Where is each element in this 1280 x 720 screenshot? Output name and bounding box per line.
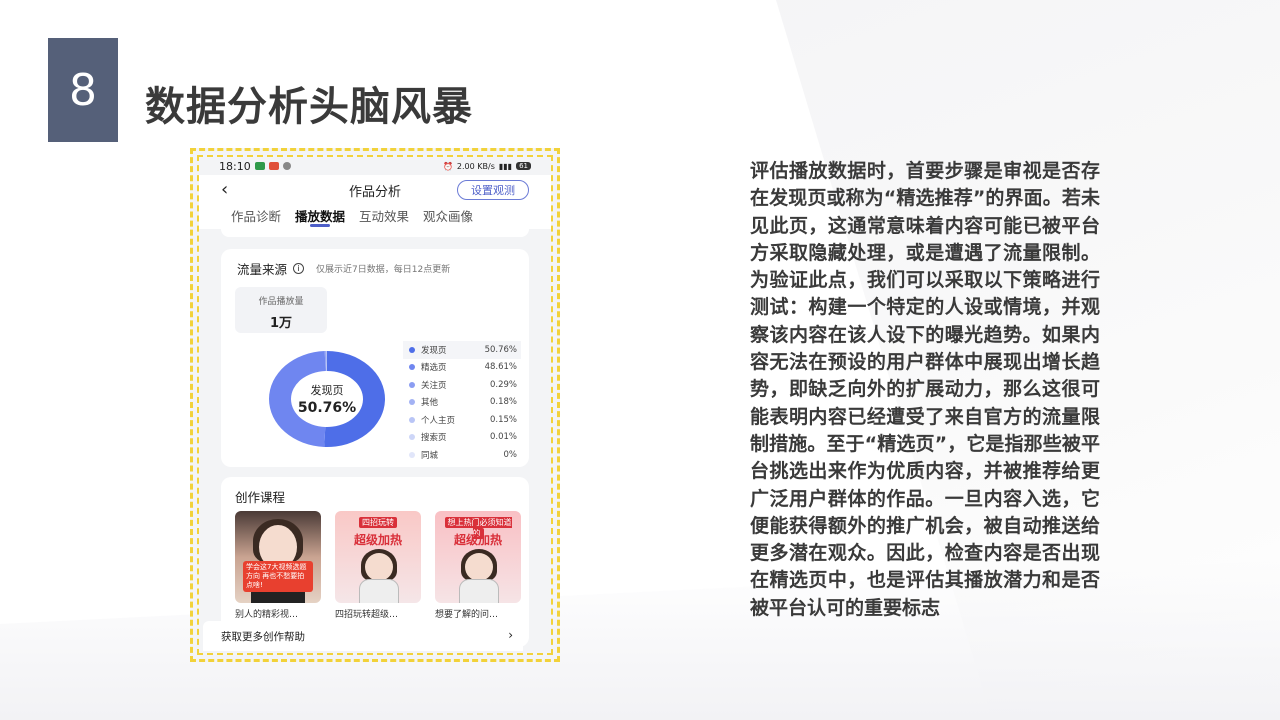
course-big-text: 超级加热 <box>453 533 502 547</box>
course-thumbnail-2[interactable]: 四招玩转 超级加热 <box>335 511 421 603</box>
legend-row: 个人主页 0.15% <box>403 411 521 429</box>
network-speed: 2.00 KB/s <box>456 161 495 171</box>
previous-card-edge <box>221 229 529 237</box>
slide-number: 8 <box>69 64 97 116</box>
traffic-source-card: 流量来源 i 仅展示近7日数据，每日12点更新 作品播放量 1万 发现页 50.… <box>221 249 529 467</box>
tab-bar: 作品诊断 播放数据 互动效果 观众画像 <box>199 203 551 229</box>
legend-row: 搜索页 0.01% <box>403 429 521 447</box>
legend-row: 其他 0.18% <box>403 394 521 412</box>
chevron-right-icon: › <box>508 628 513 642</box>
legend-dot <box>409 399 415 406</box>
traffic-title-row: 流量来源 i 仅展示近7日数据，每日12点更新 <box>237 259 450 278</box>
course-head-text: 四招玩转 <box>359 517 397 528</box>
slide-title: 数据分析头脑风暴 <box>145 84 473 130</box>
legend-value: 0.29% <box>489 379 517 390</box>
more-help-row[interactable]: 获取更多创作帮助 › <box>203 621 523 651</box>
tab-interaction[interactable]: 互动效果 <box>359 203 409 229</box>
slide-number-badge: 8 <box>48 38 118 142</box>
legend-row: 同城 0% <box>403 446 521 464</box>
legend-value: 48.61% <box>484 362 517 373</box>
tab-diagnosis[interactable]: 作品诊断 <box>231 203 281 229</box>
tab-audience[interactable]: 观众画像 <box>423 203 473 229</box>
donut-legend: 发现页 50.76% 精选页 48.61% 关注页 0.29% 其他 0.18% 个人主页 0.1… <box>403 341 521 464</box>
donut-center-label: 发现页 <box>310 384 344 397</box>
donut-chart: 发现页 50.76% <box>257 349 397 449</box>
legend-name: 关注页 <box>421 380 447 391</box>
battery-icon: 61 <box>516 162 531 170</box>
course-caption-1[interactable]: 别人的精彩视… <box>235 607 321 620</box>
set-observe-button[interactable]: 设置观测 <box>457 180 529 200</box>
alarm-icon: ⏰ <box>442 161 453 171</box>
status-bar: 18:10 ⏰ 2.00 KB/s ▮▮▮ 61 <box>219 159 531 173</box>
legend-name: 精选页 <box>421 363 447 374</box>
legend-value: 0.18% <box>489 397 517 408</box>
donut-center: 发现页 50.76% <box>257 349 397 449</box>
play-count-value: 1万 <box>269 316 293 331</box>
legend-row: 精选页 48.61% <box>403 359 521 377</box>
play-count-label: 作品播放量 <box>258 297 304 307</box>
info-icon[interactable]: i <box>293 263 305 274</box>
traffic-note: 仅展示近7日数据，每日12点更新 <box>316 265 451 275</box>
phone-screenshot: 18:10 ⏰ 2.00 KB/s ▮▮▮ 61 ‹ 作品分析 设置观测 作品诊… <box>190 148 560 662</box>
donut-center-value: 50.76% <box>297 400 357 416</box>
legend-dot <box>409 381 415 388</box>
legend-dot <box>409 416 415 423</box>
more-help-label: 获取更多创作帮助 <box>221 630 305 643</box>
legend-row: 发现页 50.76% <box>403 341 521 359</box>
legend-row: 关注页 0.29% <box>403 376 521 394</box>
person-face <box>365 553 393 581</box>
app-icon <box>254 162 265 170</box>
course-caption-2[interactable]: 四招玩转超级… <box>335 607 421 620</box>
legend-value: 0.15% <box>489 414 517 425</box>
legend-name: 搜索页 <box>421 433 447 444</box>
course-head: 四招玩转 <box>341 517 415 528</box>
legend-name: 个人主页 <box>421 415 456 426</box>
legend-name: 同城 <box>421 450 439 461</box>
traffic-title: 流量来源 <box>237 262 288 277</box>
course-caption-3[interactable]: 想要了解的问… <box>435 607 521 620</box>
legend-dot <box>409 434 415 441</box>
person-face <box>465 553 493 581</box>
course-banner: 学会这7大视频选题方向 再也不愁要拍点啥! <box>243 561 313 592</box>
legend-value: 0% <box>503 449 518 460</box>
tab-play-data[interactable]: 播放数据 <box>295 203 345 229</box>
slide-paragraph: 评估播放数据时，首要步骤是审视是否存在发现页或称为“精选推荐”的界面。若未见此页… <box>750 160 1100 619</box>
course-big-text: 超级加热 <box>353 533 402 547</box>
legend-dot <box>409 451 415 458</box>
legend-value: 0.01% <box>489 432 517 443</box>
person-body <box>459 579 499 603</box>
course-thumbnail-3[interactable]: 想上热门必须知道的 超级加热 <box>435 511 521 603</box>
nav-bar: ‹ 作品分析 设置观测 <box>199 175 551 205</box>
signal-icon: ▮▮▮ <box>498 161 513 171</box>
course-title: 创作课程 <box>235 490 286 505</box>
app-icon <box>268 162 279 170</box>
phone-screen: 18:10 ⏰ 2.00 KB/s ▮▮▮ 61 ‹ 作品分析 设置观测 作品诊… <box>197 155 553 655</box>
legend-dot <box>409 364 415 371</box>
legend-value: 50.76% <box>484 344 517 355</box>
status-time: 18:10 <box>219 159 251 173</box>
legend-name: 其他 <box>421 398 439 409</box>
play-count-box: 作品播放量 1万 <box>235 287 327 333</box>
wechat-icon <box>282 162 291 170</box>
person-body <box>359 579 399 603</box>
legend-name: 发现页 <box>421 345 447 356</box>
legend-dot <box>409 346 415 353</box>
course-thumbnail-1[interactable]: 学会这7大视频选题方向 再也不愁要拍点啥! <box>235 511 321 603</box>
